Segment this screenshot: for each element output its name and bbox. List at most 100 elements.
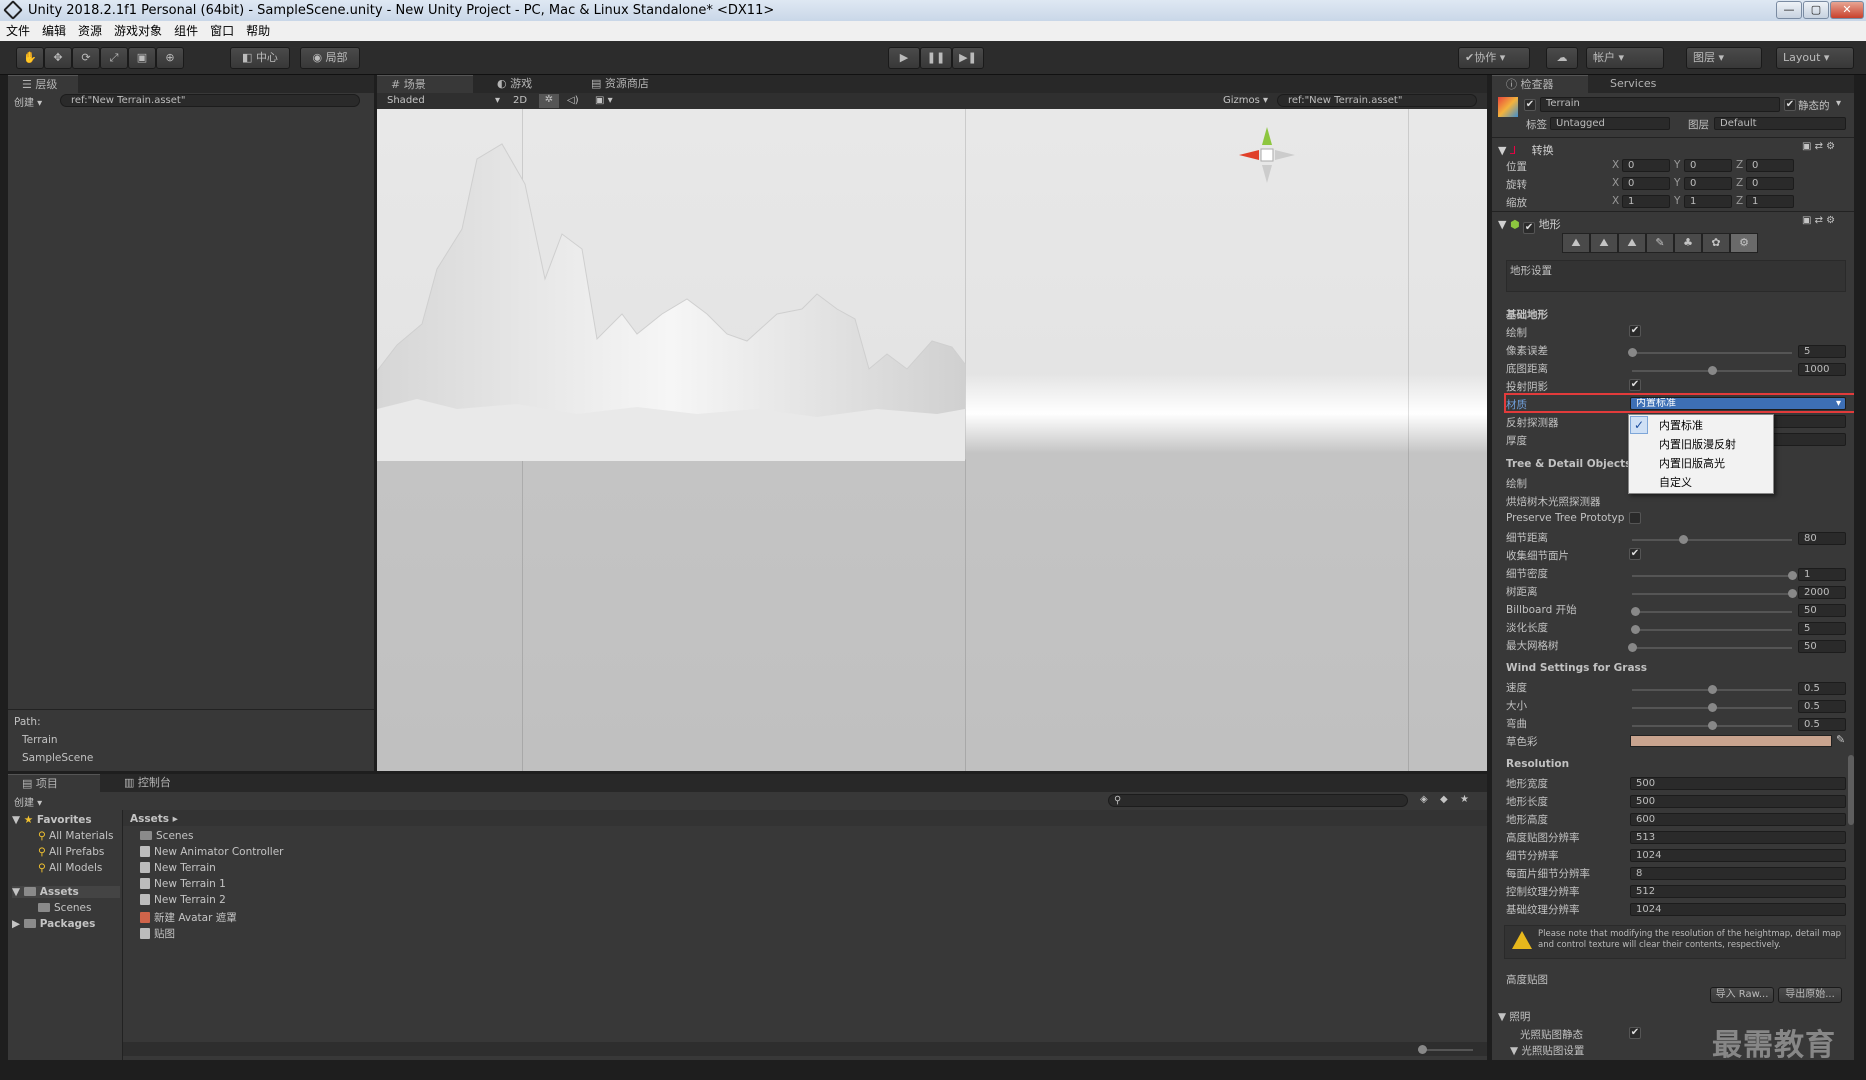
tag-dropdown[interactable]: Untagged — [1550, 117, 1670, 130]
lighting-foldout[interactable]: ▼ 照明 — [1498, 1009, 1530, 1024]
pause-button[interactable]: ❚❚ — [920, 47, 952, 69]
detail-distance-field[interactable]: 80 — [1798, 532, 1846, 545]
billboard-start-slider[interactable] — [1631, 607, 1792, 616]
collect-detail-checkbox[interactable]: ✔ — [1629, 548, 1641, 560]
fade-length-field[interactable]: 5 — [1798, 622, 1846, 635]
favorites-node[interactable]: ▼ ★ Favorites — [12, 814, 92, 826]
project-create-button[interactable]: 创建 ▾ — [14, 794, 42, 809]
tab-asset-store[interactable]: ▤ 资源商店 — [577, 75, 677, 93]
tab-scene[interactable]: # 场景 — [377, 75, 473, 93]
static-checkbox[interactable]: ✔ — [1784, 99, 1796, 111]
active-checkbox[interactable]: ✔ — [1524, 99, 1536, 111]
draw-checkbox[interactable]: ✔ — [1629, 325, 1641, 337]
scene-viewport[interactable] — [377, 109, 1487, 771]
assets-node[interactable]: ▼ Assets — [12, 886, 120, 898]
menu-window[interactable]: 窗口 — [204, 21, 240, 41]
max-mesh-trees-field[interactable]: 50 — [1798, 640, 1846, 653]
terrain-settings-icon[interactable]: ⚙ — [1730, 233, 1758, 253]
resolution-field[interactable]: 1024 — [1630, 849, 1846, 862]
transform-x-field[interactable]: 0 — [1622, 159, 1670, 172]
tab-hierarchy[interactable]: ☰ 层级 — [8, 75, 78, 93]
preserve-prototype-checkbox[interactable] — [1629, 512, 1641, 524]
transform-z-field[interactable]: 0 — [1746, 177, 1794, 190]
paint-texture-icon[interactable]: ✎ — [1646, 233, 1674, 253]
component-menu-icons[interactable]: ▣ ⇄ ⚙ — [1802, 141, 1835, 152]
menu-help[interactable]: 帮助 — [240, 21, 276, 41]
grass-tint-color-field[interactable] — [1630, 735, 1832, 747]
hierarchy-search-input[interactable]: ref:"New Terrain.asset" — [60, 94, 360, 107]
basemap-distance-slider[interactable] — [1632, 366, 1792, 375]
resolution-field[interactable]: 500 — [1630, 795, 1846, 808]
paint-details-icon[interactable]: ✿ — [1702, 233, 1730, 253]
hand-tool-icon[interactable]: ✋ — [16, 47, 44, 69]
object-name-input[interactable]: Terrain — [1540, 97, 1780, 112]
asset-item[interactable]: New Animator Controller — [140, 846, 284, 858]
transform-tool-icon[interactable]: ⊕ — [156, 47, 184, 69]
gizmos-dropdown[interactable]: Gizmos ▾ — [1223, 95, 1268, 106]
path-item[interactable]: SampleScene — [22, 752, 93, 764]
detail-density-field[interactable]: 1 — [1798, 568, 1846, 581]
import-raw-button[interactable]: 导入 Raw... — [1710, 987, 1774, 1003]
path-item[interactable]: Terrain — [22, 734, 58, 746]
orientation-gizmo[interactable] — [1237, 117, 1297, 187]
chevron-down-icon[interactable]: ▾ — [1836, 98, 1841, 109]
raise-lower-icon[interactable]: ⛰ — [1562, 233, 1590, 253]
collab-dropdown[interactable]: ✔协作 ▾ — [1458, 47, 1530, 69]
transform-y-field[interactable]: 0 — [1684, 177, 1732, 190]
layout-dropdown[interactable]: Layout ▾ — [1776, 47, 1854, 69]
export-raw-button[interactable]: 导出原始... — [1778, 987, 1842, 1003]
favorite-item[interactable]: ⚲ All Prefabs — [38, 846, 104, 858]
detail-distance-slider[interactable] — [1632, 535, 1792, 544]
asset-item[interactable]: Scenes — [140, 830, 193, 842]
menu-assets[interactable]: 资源 — [72, 21, 108, 41]
max-mesh-trees-slider[interactable] — [1628, 643, 1792, 652]
account-dropdown[interactable]: 帐户 ▾ — [1586, 47, 1664, 69]
place-trees-icon[interactable]: ♣ — [1674, 233, 1702, 253]
lighting-toggle-icon[interactable]: ✲ — [539, 94, 559, 108]
play-button[interactable]: ▶ — [888, 47, 920, 69]
favorite-star-icon[interactable]: ★ — [1460, 794, 1469, 805]
dropdown-option[interactable]: 内置旧版高光 — [1659, 455, 1725, 471]
scale-tool-icon[interactable]: ⤢ — [100, 47, 128, 69]
wind-bending-slider[interactable] — [1632, 721, 1792, 730]
terrain-enabled-checkbox[interactable]: ✔ — [1523, 222, 1536, 234]
terrain-header[interactable]: ▼ ⬢ ✔ 地形 — [1498, 216, 1561, 234]
menu-file[interactable]: 文件 — [0, 21, 36, 41]
resolution-field[interactable]: 512 — [1630, 885, 1846, 898]
tab-project[interactable]: ▤ 项目 — [8, 774, 100, 792]
tab-console[interactable]: ▥ 控制台 — [110, 774, 190, 792]
billboard-start-field[interactable]: 50 — [1798, 604, 1846, 617]
rotate-tool-icon[interactable]: ⟳ — [72, 47, 100, 69]
move-tool-icon[interactable]: ✥ — [44, 47, 72, 69]
transform-x-field[interactable]: 1 — [1622, 195, 1670, 208]
tree-distance-slider[interactable] — [1632, 589, 1797, 598]
smooth-height-icon[interactable]: ⛰ — [1618, 233, 1646, 253]
pivot-toggle[interactable]: ◧ 中心 — [230, 47, 290, 69]
resolution-field[interactable]: 1024 — [1630, 903, 1846, 916]
inspector-scrollbar[interactable] — [1848, 755, 1854, 825]
wind-size-slider[interactable] — [1632, 703, 1792, 712]
assets-child[interactable]: Scenes — [38, 902, 91, 914]
wind-speed-field[interactable]: 0.5 — [1798, 682, 1846, 695]
2d-toggle[interactable]: 2D — [513, 95, 527, 106]
lightmap-settings-foldout[interactable]: ▼ 光照贴图设置 — [1510, 1043, 1584, 1058]
wind-size-field[interactable]: 0.5 — [1798, 700, 1846, 713]
asset-item[interactable]: New Terrain — [140, 862, 216, 874]
menu-component[interactable]: 组件 — [168, 21, 204, 41]
basemap-distance-field[interactable]: 1000 — [1798, 363, 1846, 376]
lightmap-static-checkbox[interactable]: ✔ — [1629, 1027, 1641, 1039]
rect-tool-icon[interactable]: ▣ — [128, 47, 156, 69]
project-search-input[interactable]: ⚲ — [1108, 794, 1408, 807]
minimize-button[interactable]: — — [1776, 1, 1802, 19]
layers-dropdown[interactable]: 图层 ▾ — [1686, 47, 1762, 69]
space-toggle[interactable]: ◉ 局部 — [300, 47, 360, 69]
pixel-error-slider[interactable] — [1628, 348, 1792, 357]
transform-header[interactable]: ▼ ⅃ 转换 — [1498, 142, 1554, 158]
filter-type-icon[interactable]: ◈ — [1420, 794, 1428, 805]
layer-dropdown[interactable]: Default — [1714, 117, 1846, 130]
favorite-item[interactable]: ⚲ All Models — [38, 862, 102, 874]
resolution-field[interactable]: 500 — [1630, 777, 1846, 790]
eyedropper-icon[interactable]: ✎ — [1836, 733, 1845, 746]
transform-x-field[interactable]: 0 — [1622, 177, 1670, 190]
audio-toggle-icon[interactable]: ◁) — [567, 95, 579, 106]
